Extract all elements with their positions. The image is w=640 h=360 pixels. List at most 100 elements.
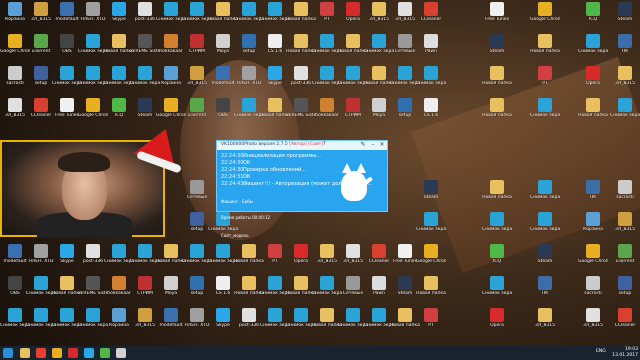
language-indicator[interactable]: ENG	[596, 349, 606, 354]
desktop-icon[interactable]: Google Chrome	[578, 244, 608, 274]
file-icon	[586, 212, 600, 226]
desktop-icon[interactable]: Steam	[530, 244, 560, 274]
desktop-icon[interactable]: CCleaner	[416, 2, 446, 32]
file-icon	[586, 180, 600, 194]
file-icon	[346, 98, 360, 112]
file-icon	[490, 66, 504, 80]
desktop-icon[interactable]: Снимок экрана	[482, 212, 512, 242]
file-icon	[164, 34, 178, 48]
desktop-icon[interactable]: Google Chrome	[530, 2, 560, 32]
file-icon	[618, 244, 632, 258]
desktop-icon[interactable]: Pawn	[416, 34, 446, 64]
desktop-icon-label: Снимок экрана	[610, 113, 640, 118]
desktop-icon[interactable]: Снимок экрана	[530, 98, 560, 128]
desktop-icon[interactable]: Steam	[610, 2, 640, 32]
desktop-icon[interactable]: Снимок экрана	[610, 98, 640, 128]
desktop-icon[interactable]: Снимок экрана	[416, 66, 446, 96]
explorer-icon[interactable]	[20, 348, 30, 358]
desktop-icon[interactable]: Новая папка	[578, 98, 608, 128]
excel-icon[interactable]	[100, 348, 110, 358]
minimize-icon[interactable]: –	[369, 141, 377, 149]
file-icon	[586, 308, 600, 322]
file-icon	[86, 34, 100, 48]
close-icon[interactable]: ×	[378, 141, 386, 149]
file-icon	[538, 34, 552, 48]
desktop-icon[interactable]: ICQ	[482, 244, 512, 274]
desktop-icon[interactable]: Opera	[482, 308, 512, 338]
file-icon	[618, 308, 632, 322]
desktop-icon[interactable]: Новая папка	[530, 34, 560, 64]
desktop-icon[interactable]: PT	[530, 66, 560, 96]
desktop-icon[interactable]: ICQ	[578, 2, 608, 32]
desktop-icon[interactable]: ЗЛ_8315	[578, 308, 608, 338]
desktop-icon[interactable]: Новая папка	[482, 66, 512, 96]
settings-icon[interactable]: ✎	[359, 141, 367, 149]
desktop-icon[interactable]: Снимок экрана	[530, 180, 560, 210]
tray-clock[interactable]: 19:03 13.01.2017	[612, 347, 638, 359]
desktop-icon[interactable]: Снимок экрана	[578, 34, 608, 64]
desktop-icon[interactable]: Steam	[482, 34, 512, 64]
start-button[interactable]	[3, 348, 13, 358]
file-icon	[618, 276, 632, 290]
file-icon	[8, 308, 22, 322]
desktop-icon[interactable]: ПК	[578, 180, 608, 210]
desktop-icon[interactable]: Снимок экрана	[416, 212, 446, 242]
desktop-icon-label: Снимок экрана	[578, 49, 608, 54]
file-icon	[34, 244, 48, 258]
desktop-icon[interactable]: Free Tunes	[482, 2, 512, 32]
app-title-link[interactable]: [Автор] [Сайт]	[289, 142, 323, 147]
help-icon[interactable]: ?	[323, 141, 326, 147]
file-icon	[618, 212, 632, 226]
file-icon	[424, 212, 438, 226]
desktop-icon[interactable]: ЗЛ_8315	[610, 66, 640, 96]
desktop-icon-label: setup	[618, 291, 632, 296]
file-icon	[586, 34, 600, 48]
file-icon	[372, 66, 386, 80]
file-icon	[586, 98, 600, 112]
file-icon	[190, 2, 204, 16]
desktop-icon-label: Новая папка	[482, 113, 512, 118]
desktop-icon[interactable]: Новая папка	[482, 98, 512, 128]
file-icon	[8, 66, 22, 80]
file-icon	[490, 2, 504, 16]
desktop-icon[interactable]: ПК	[610, 34, 640, 64]
file-icon	[490, 276, 504, 290]
desktop-icon[interactable]: setup	[610, 276, 640, 306]
desktop-icon[interactable]: ЗЛ_8315	[530, 308, 560, 338]
app-titlebar[interactable]: VK100000Photo версия 2.7.5 [Автор] [Сайт…	[217, 141, 387, 150]
file-icon	[538, 98, 552, 112]
file-icon	[34, 66, 48, 80]
opera-icon[interactable]	[68, 348, 78, 358]
file-icon	[586, 276, 600, 290]
desktop-icon[interactable]: uTorrent	[610, 244, 640, 274]
skype-icon[interactable]	[84, 348, 94, 358]
chrome-icon[interactable]	[36, 348, 46, 358]
footer-link[interactable]: Сайт_модель	[221, 233, 249, 238]
file-icon	[164, 66, 178, 80]
file-icon	[112, 308, 126, 322]
app-title: VK100000Photo версия 2.7.5 [Автор] [Сайт…	[221, 142, 324, 147]
desktop-icon[interactable]: ПК	[530, 276, 560, 306]
file-icon	[242, 34, 256, 48]
file-icon	[294, 244, 308, 258]
browser-icon[interactable]	[52, 348, 62, 358]
file-icon	[268, 34, 282, 48]
desktop-icon[interactable]: ЗЛ_8315	[610, 212, 640, 242]
desktop-icon[interactable]: Корзина	[578, 212, 608, 242]
app-taskbar-icon[interactable]	[116, 348, 126, 358]
desktop-icon[interactable]: PT	[416, 308, 446, 338]
desktop-icon[interactable]: Новая папка	[416, 276, 446, 306]
desktop-icon[interactable]: Снимок экрана	[482, 276, 512, 306]
desktop-icon[interactable]: Новая папка	[482, 180, 512, 210]
desktop-icon[interactable]: Снимок экрана	[530, 212, 560, 242]
desktop-icon[interactable]: Steam	[416, 180, 446, 210]
desktop-icon[interactable]: CCleaner	[610, 308, 640, 338]
desktop-icon[interactable]: CS 1.6	[416, 98, 446, 128]
desktop-icon[interactable]: sacrosti	[610, 180, 640, 210]
vk-photo-window[interactable]: VK100000Photo версия 2.7.5 [Автор] [Сайт…	[216, 140, 388, 238]
desktop-icon[interactable]: Google Chrome	[416, 244, 446, 274]
desktop-icon-label: Снимок экрана	[530, 227, 560, 232]
desktop-icon[interactable]: sacrosti	[578, 276, 608, 306]
desktop-icon[interactable]: Opera	[578, 66, 608, 96]
file-icon	[320, 308, 334, 322]
